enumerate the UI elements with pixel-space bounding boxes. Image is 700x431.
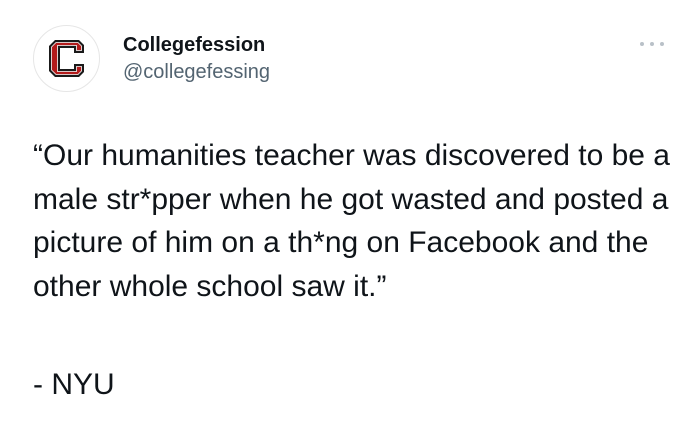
tweet-text: “Our humanities teacher was discovered t… (33, 139, 670, 303)
tweet-card: Collegefession @collegefessing “Our huma… (0, 0, 700, 431)
ellipsis-icon[interactable] (640, 36, 664, 52)
dot (640, 42, 644, 46)
avatar[interactable] (33, 25, 100, 92)
display-name[interactable]: Collegefession (123, 34, 265, 56)
dot (650, 42, 654, 46)
letter-c-logo-icon (49, 40, 84, 77)
user-handle[interactable]: @collegefessing (123, 61, 270, 83)
tweet-signature: - NYU (33, 368, 115, 401)
dot (660, 42, 664, 46)
